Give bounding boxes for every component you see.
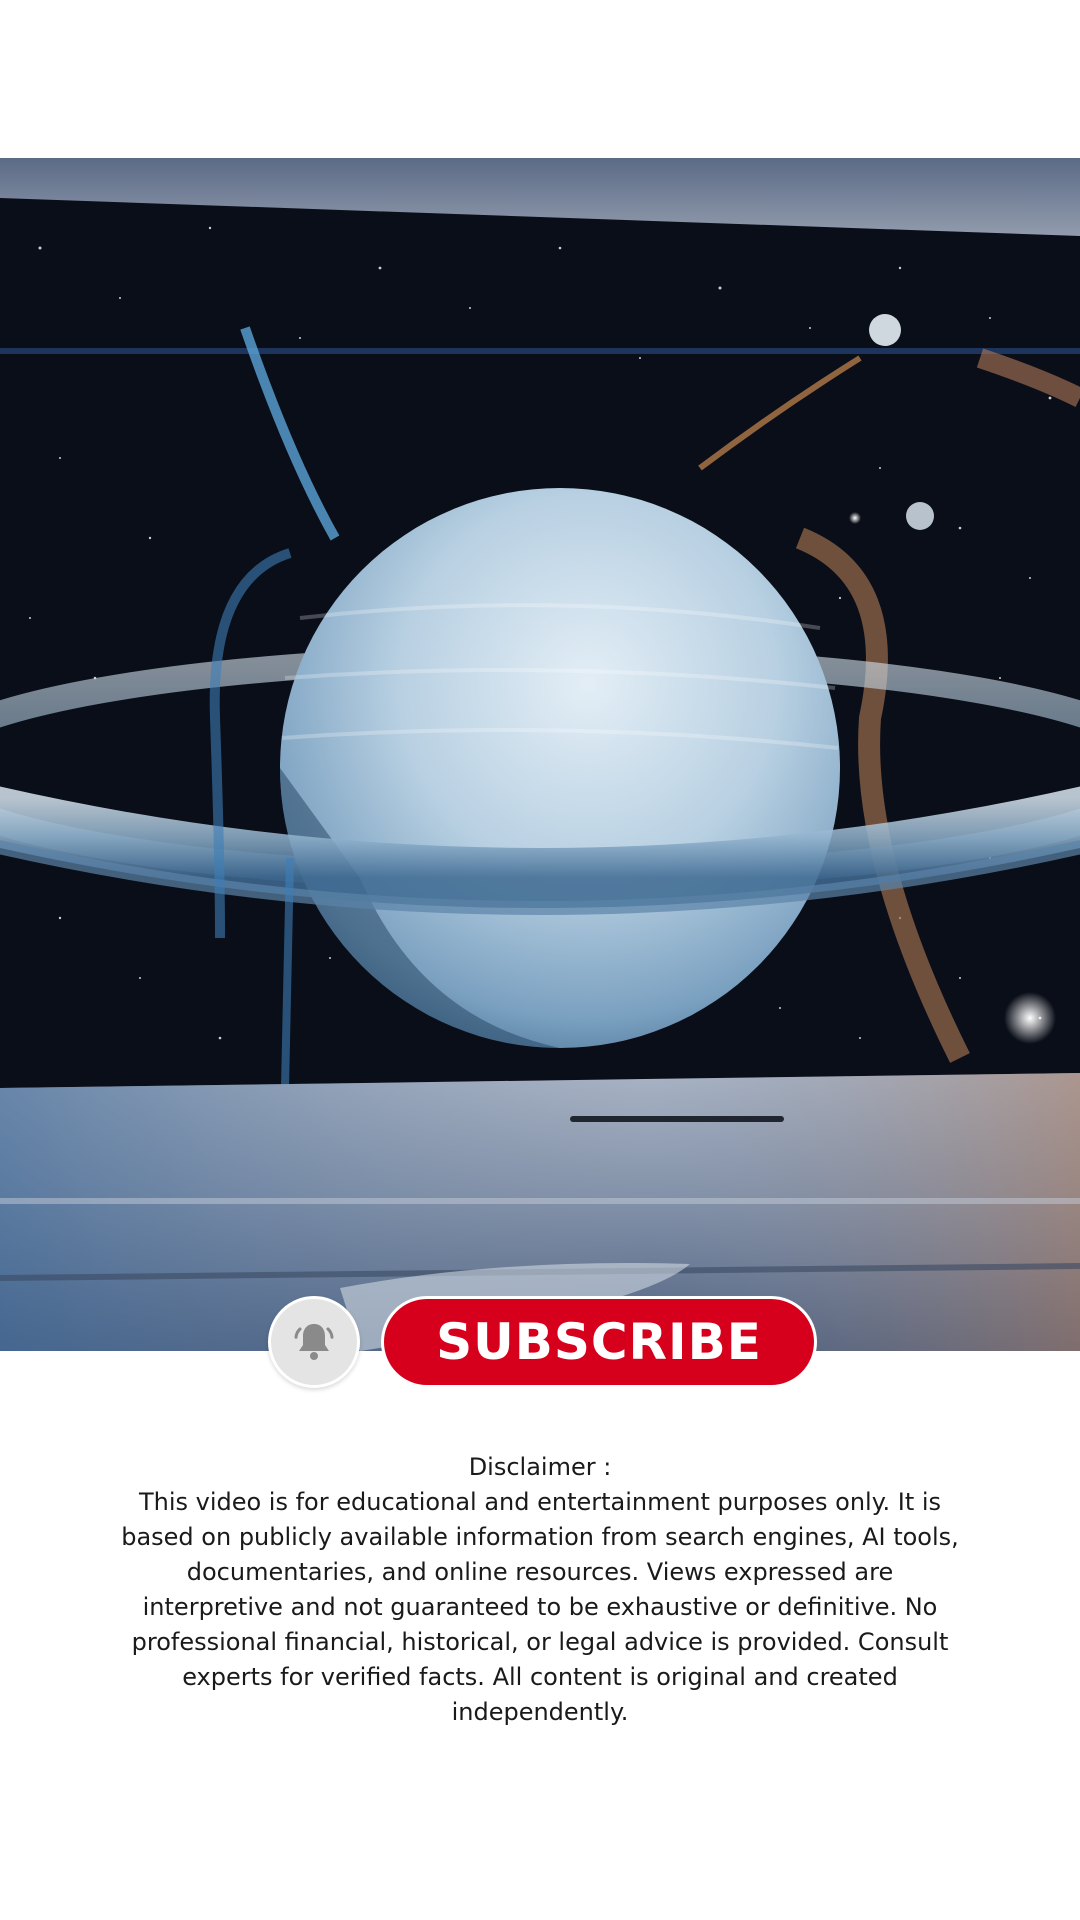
subscribe-button[interactable]: SUBSCRIBE bbox=[381, 1296, 817, 1388]
disclaimer-title: Disclaimer : bbox=[468, 1453, 612, 1481]
bell-icon bbox=[294, 1324, 334, 1360]
video-frame[interactable] bbox=[0, 158, 1080, 1351]
video-thumbnail bbox=[0, 158, 1080, 1351]
notification-bell-button[interactable] bbox=[268, 1296, 360, 1388]
disclaimer-body: This video is for educational and entert… bbox=[121, 1488, 959, 1726]
disclaimer: Disclaimer : This video is for education… bbox=[120, 1450, 960, 1730]
